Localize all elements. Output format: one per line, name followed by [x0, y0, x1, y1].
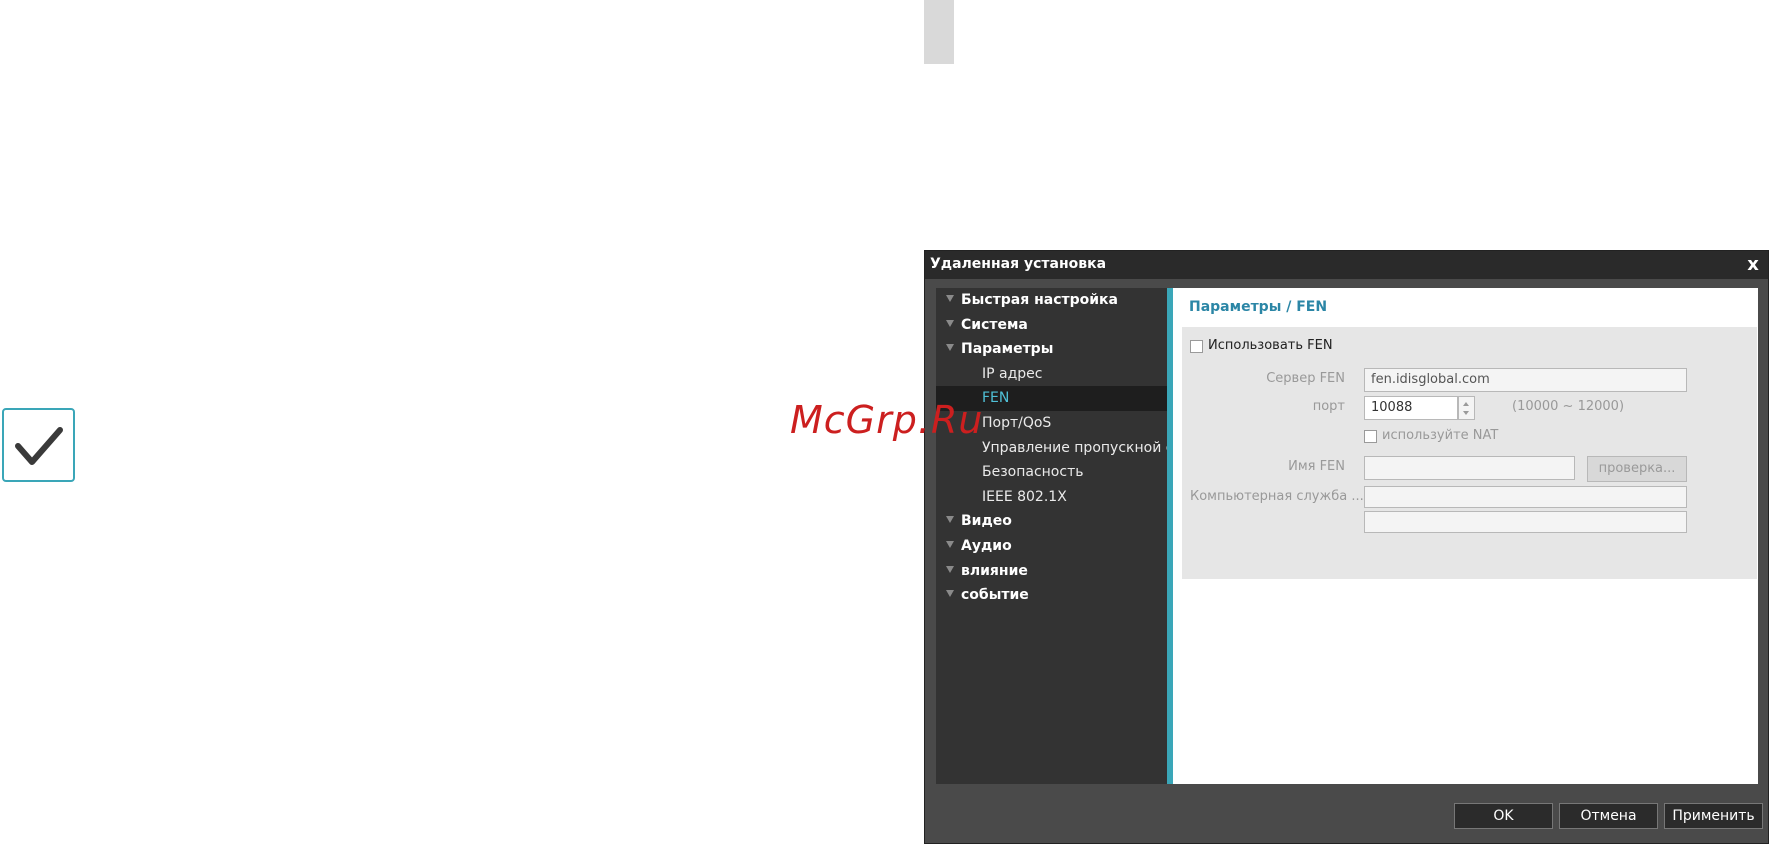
page-title: Параметры / FEN — [1189, 299, 1328, 315]
computer-service-label: Компьютерная служба ... — [1190, 489, 1364, 504]
tree-item-quick-setup[interactable]: Быстрая настройка — [936, 288, 1167, 313]
page-gray-tab — [924, 0, 954, 64]
expand-triangle-icon — [946, 565, 954, 573]
use-nat-checkbox[interactable] — [1364, 430, 1377, 443]
expand-triangle-icon — [946, 590, 954, 598]
expand-triangle-icon — [946, 295, 954, 302]
settings-content: Параметры / FEN Использовать FEN Сервер … — [1167, 288, 1758, 784]
tree-item-audio[interactable]: Аудио — [936, 534, 1167, 559]
tree-item-label: IEEE 802.1X — [982, 488, 1067, 505]
port-range-text: (10000 ~ 12000) — [1512, 399, 1625, 414]
apply-button[interactable]: Применить — [1664, 803, 1763, 829]
computer-service-field-2[interactable] — [1364, 511, 1687, 533]
fen-server-field[interactable]: fen.idisglobal.com — [1364, 368, 1687, 392]
cancel-button[interactable]: Отмена — [1559, 803, 1658, 829]
fen-server-label: Сервер FEN — [1266, 371, 1345, 386]
expand-triangle-icon — [946, 344, 954, 352]
tree-item-label: Параметры — [961, 341, 1054, 358]
fen-panel: Использовать FEN Сервер FEN fen.idisglob… — [1182, 327, 1757, 579]
tree-item-label: Система — [961, 316, 1028, 333]
close-button[interactable]: x — [1744, 256, 1762, 274]
port-stepper[interactable] — [1458, 396, 1475, 420]
tree-item-label: Безопасность — [982, 464, 1084, 481]
tree-item-system[interactable]: Система — [936, 313, 1167, 338]
tree-item-ip-address[interactable]: IP адрес — [936, 362, 1167, 387]
tree-item-label: Видео — [961, 513, 1012, 530]
remote-setup-window: Удаленная установка x Быстрая настройка … — [924, 250, 1769, 844]
expand-triangle-icon — [946, 516, 954, 524]
watermark-text: McGrp.Ru — [790, 398, 984, 442]
tree-item-label: Аудио — [961, 537, 1012, 554]
tree-item-label: FEN — [982, 390, 1010, 407]
stepper-up-icon — [1463, 402, 1469, 406]
tree-item-video[interactable]: Видео — [936, 509, 1167, 534]
tree-item-event[interactable]: событие — [936, 583, 1167, 608]
tree-item-label: Порт/QoS — [982, 414, 1052, 431]
tree-item-label: влияние — [961, 562, 1028, 579]
expand-triangle-icon — [946, 319, 954, 327]
tree-item-action[interactable]: влияние — [936, 559, 1167, 584]
computer-service-field-1[interactable] — [1364, 486, 1687, 508]
tree-item-label: Управление пропускной способностью — [982, 439, 1167, 456]
expand-triangle-icon — [946, 540, 954, 548]
tree-item-label: Быстрая настройка — [961, 292, 1119, 308]
fen-name-field[interactable] — [1364, 456, 1575, 480]
stepper-down-icon — [1463, 411, 1469, 415]
ok-button[interactable]: OK — [1454, 803, 1553, 829]
window-titlebar: Удаленная установка x — [925, 251, 1768, 279]
window-title: Удаленная установка — [930, 256, 1107, 272]
tree-item-label: IP адрес — [982, 365, 1043, 382]
tree-item-security[interactable]: Безопасность — [936, 460, 1167, 485]
settings-tree: Быстрая настройка Система Параметры IP а… — [936, 288, 1167, 784]
port-field[interactable]: 10088 — [1364, 396, 1458, 420]
port-label: порт — [1312, 399, 1345, 414]
note-check-icon — [2, 408, 75, 482]
use-fen-label: Использовать FEN — [1208, 338, 1333, 353]
use-nat-label: используйте NAT — [1382, 428, 1499, 443]
tree-item-network[interactable]: Параметры — [936, 337, 1167, 362]
tree-item-label: событие — [961, 587, 1029, 604]
tree-item-ieee-8021x[interactable]: IEEE 802.1X — [936, 485, 1167, 510]
check-button[interactable]: проверка... — [1587, 456, 1687, 482]
fen-name-label: Имя FEN — [1288, 459, 1345, 474]
use-fen-checkbox[interactable] — [1190, 340, 1203, 353]
